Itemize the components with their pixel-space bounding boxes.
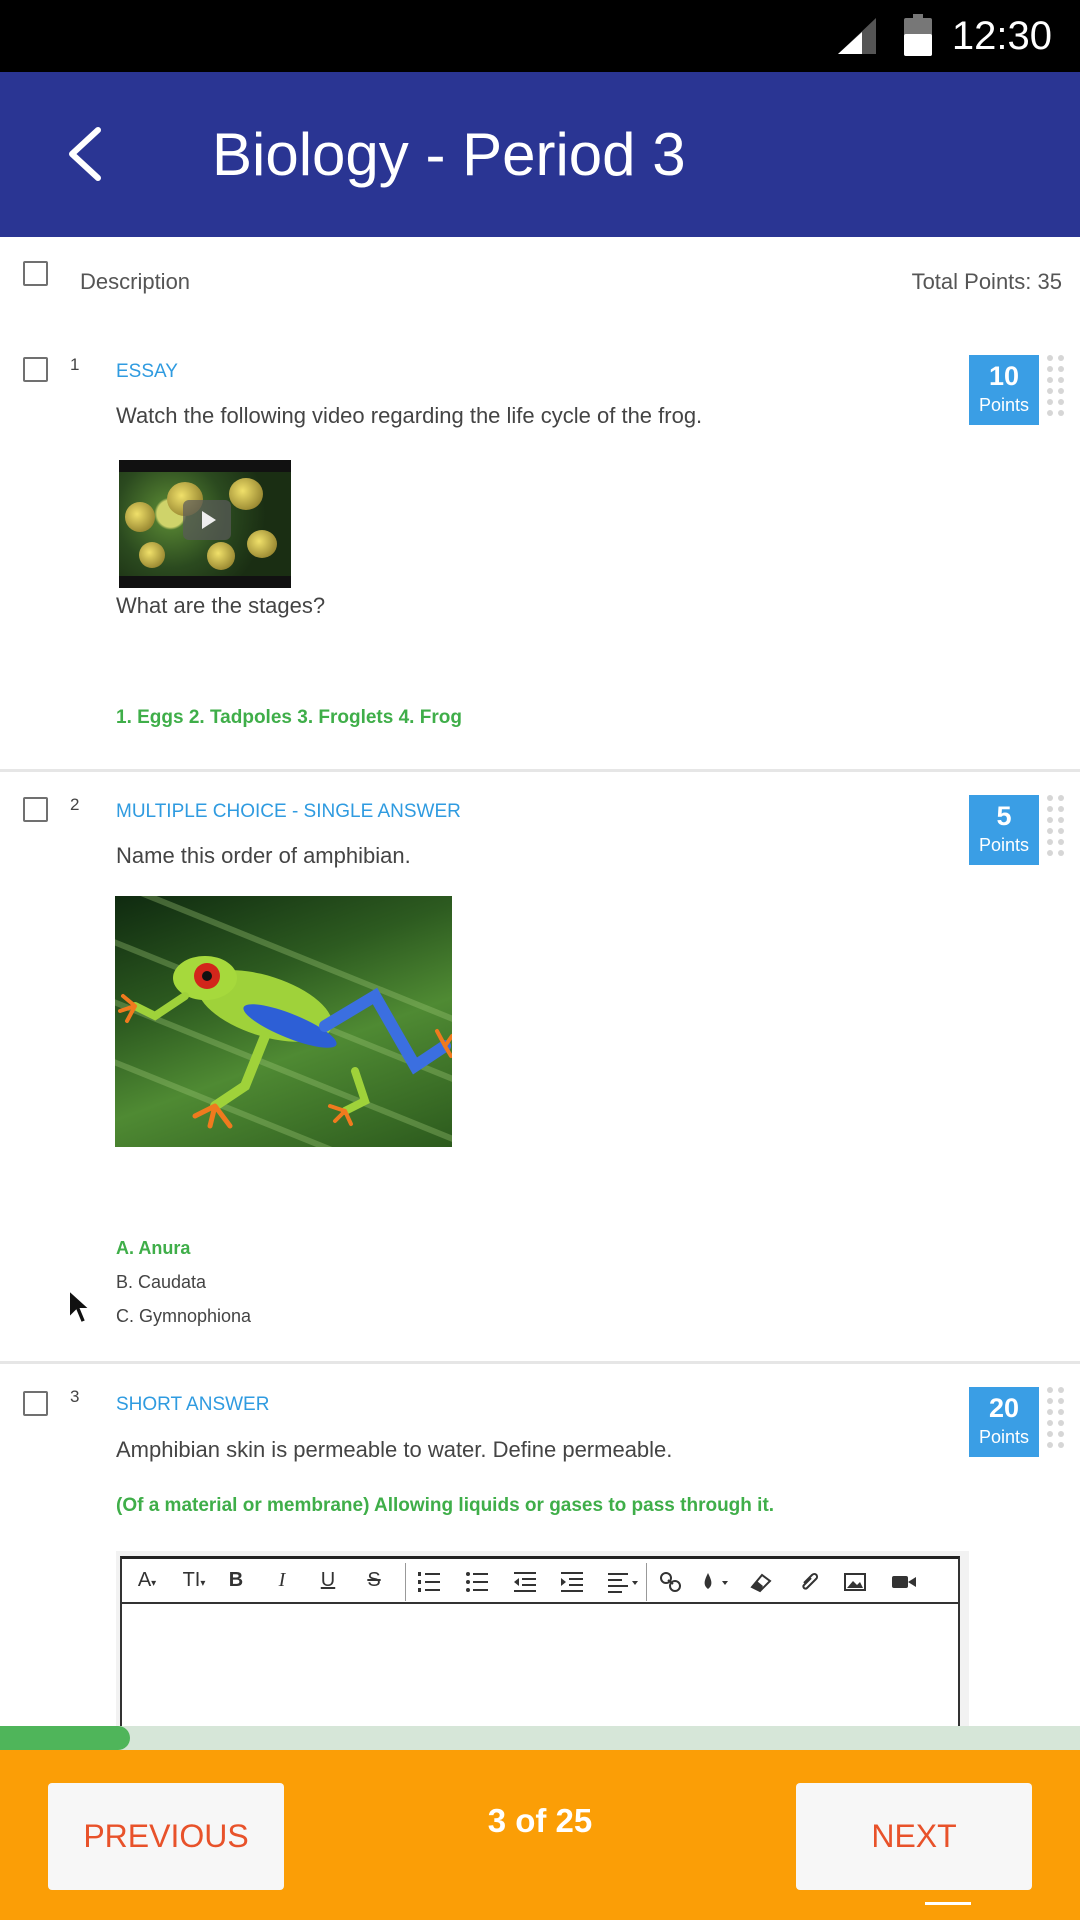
battery-icon	[904, 14, 932, 56]
question-number: 3	[70, 1387, 80, 1406]
points-value: 20	[988, 1393, 1020, 1423]
answer-key: 1. Eggs 2. Tadpoles 3. Froglets 4. Frog	[116, 707, 462, 728]
clock: 12:30	[951, 14, 1052, 58]
ordered-list-icon[interactable]	[416, 1569, 442, 1595]
progress-bar	[0, 1726, 1080, 1750]
total-points: Total Points: 35	[911, 269, 1062, 294]
points-label: Points	[978, 395, 1030, 415]
font-size-button[interactable]: TI▾	[174, 1569, 214, 1595]
question-type: ESSAY	[116, 361, 178, 382]
attachment-icon[interactable]	[796, 1569, 822, 1595]
divider	[0, 769, 1080, 772]
divider	[0, 1361, 1080, 1364]
home-indicator	[925, 1902, 971, 1905]
points-badge: 5 Points	[969, 795, 1039, 865]
frog-image	[115, 896, 452, 1147]
bold-button[interactable]: B	[222, 1569, 250, 1595]
mouse-pointer-icon	[68, 1288, 93, 1325]
toolbar-separator	[405, 1563, 406, 1601]
eraser-icon[interactable]	[748, 1569, 774, 1595]
points-value: 10	[988, 361, 1020, 391]
font-size-label: TI	[182, 1569, 201, 1591]
video-thumbnail[interactable]	[119, 460, 291, 588]
font-color-label: A	[137, 1569, 152, 1591]
link-icon[interactable]	[658, 1569, 684, 1595]
fill-color-icon[interactable]	[700, 1569, 732, 1595]
strikethrough-button[interactable]: S	[360, 1569, 388, 1595]
status-bar: 12:30	[0, 0, 1080, 72]
image-icon[interactable]	[842, 1569, 868, 1595]
question-text: Name this order of amphibian.	[116, 843, 411, 868]
rich-text-editor[interactable]: A▾ TI▾ B I U S	[120, 1556, 960, 1727]
question-list[interactable]: Description Total Points: 35 1 ESSAY Wat…	[0, 237, 1080, 1727]
question-type: MULTIPLE CHOICE - SINGLE ANSWER	[116, 801, 461, 822]
question-type: SHORT ANSWER	[116, 1394, 270, 1415]
font-color-button[interactable]: A▾	[130, 1569, 164, 1595]
bullet-list-icon[interactable]	[464, 1569, 490, 1595]
choice-b: B. Caudata	[116, 1272, 207, 1292]
bottom-nav-bar: PREVIOUS 3 of 25 NEXT	[0, 1750, 1080, 1920]
play-icon[interactable]	[183, 500, 231, 540]
points-value: 5	[996, 801, 1012, 831]
points-label: Points	[978, 1427, 1030, 1447]
answer-key: (Of a material or membrane) Allowing liq…	[116, 1495, 775, 1516]
page-title: Biology - Period 3	[212, 121, 686, 188]
outdent-icon[interactable]	[512, 1569, 538, 1595]
video-icon[interactable]	[890, 1569, 918, 1595]
points-badge: 10 Points	[969, 355, 1039, 425]
question-text: Watch the following video regarding the …	[116, 403, 703, 428]
progress-fill	[0, 1726, 130, 1750]
next-button[interactable]: NEXT	[796, 1783, 1032, 1890]
question-checkbox[interactable]	[23, 357, 48, 382]
question-number: 1	[70, 355, 80, 374]
select-all-checkbox[interactable]	[23, 261, 48, 286]
description-label: Description	[80, 269, 191, 294]
editor-toolbar: A▾ TI▾ B I U S	[122, 1559, 958, 1604]
points-label: Points	[978, 835, 1030, 855]
italic-button[interactable]: I	[268, 1569, 296, 1595]
align-icon[interactable]	[606, 1569, 640, 1595]
drag-handle-icon[interactable]	[1047, 1387, 1067, 1451]
app-bar: Biology - Period 3	[0, 72, 1080, 237]
underline-button[interactable]: U	[314, 1569, 342, 1595]
choice-c: C. Gymnophiona	[116, 1306, 252, 1326]
signal-icon	[838, 18, 876, 54]
question-subtext: What are the stages?	[116, 593, 326, 618]
question-checkbox[interactable]	[23, 797, 48, 822]
question-number: 2	[70, 795, 80, 814]
choice-a: A. Anura	[116, 1238, 191, 1258]
question-text: Amphibian skin is permeable to water. De…	[116, 1437, 673, 1462]
question-checkbox[interactable]	[23, 1391, 48, 1416]
drag-handle-icon[interactable]	[1047, 355, 1067, 419]
chevron-left-icon[interactable]	[58, 122, 114, 186]
drag-handle-icon[interactable]	[1047, 795, 1067, 859]
indent-icon[interactable]	[559, 1569, 585, 1595]
points-badge: 20 Points	[969, 1387, 1039, 1457]
toolbar-separator	[646, 1563, 647, 1601]
